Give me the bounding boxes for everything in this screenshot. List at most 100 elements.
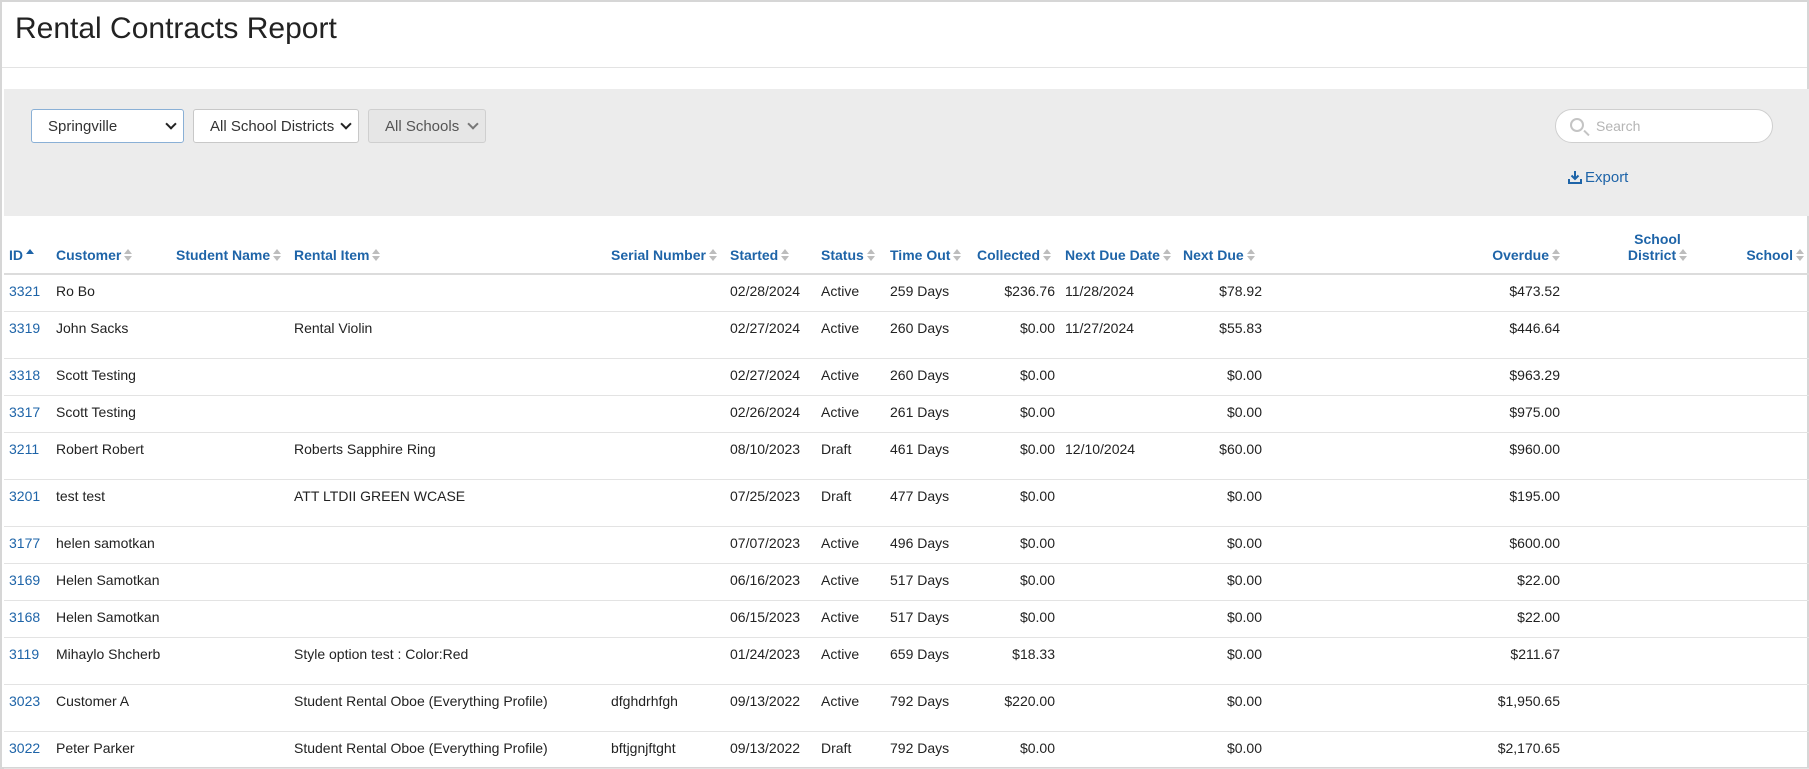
table-row[interactable]: 3168 Helen Samotkan 06/15/2023 Active 517 Da… [4, 600, 1809, 638]
sort-icon [372, 249, 381, 261]
collected-cell: $0.00 [972, 526, 1060, 564]
overdue-cell: $975.00 [1267, 395, 1565, 433]
table-row[interactable]: 3211 Robert Robert Roberts Sapphire Ring 08… [4, 432, 1809, 480]
contract-id-link[interactable]: 3321 [4, 274, 51, 312]
contract-id-link[interactable]: 3317 [9, 404, 40, 420]
rental-item-cell: Student Rental Oboe (Everything Profile) [289, 684, 606, 732]
school-district-select[interactable]: All School Districts [193, 109, 359, 143]
school-district-cell [1565, 600, 1715, 638]
contract-id-link[interactable]: 3319 [9, 320, 40, 336]
school-select[interactable]: All Schools [368, 109, 486, 143]
contract-id-link[interactable]: 3177 [4, 526, 51, 564]
table-row[interactable]: 3169 Helen Samotkan 06/16/2023 Active 517 Da… [4, 563, 1809, 601]
contract-id-link[interactable]: 3201 [4, 479, 51, 527]
column-header-student-name[interactable]: Student Name [171, 218, 289, 275]
contract-id-link[interactable]: 3169 [9, 572, 40, 588]
export-button[interactable]: Export [1568, 169, 1628, 186]
column-header-school-district[interactable]: School District [1565, 218, 1715, 275]
search-box[interactable] [1555, 109, 1773, 143]
table-row[interactable]: 3317 Scott Testing 02/26/2024 Active 261 Day… [4, 395, 1809, 433]
column-header-started[interactable]: Started [725, 218, 816, 275]
column-header-customer[interactable]: Customer [51, 218, 171, 275]
next-due-cell: $0.00 [1178, 684, 1267, 732]
overdue-cell: $211.67 [1267, 637, 1565, 685]
search-input[interactable] [1594, 116, 1764, 136]
school-cell [1715, 637, 1809, 685]
column-header-status[interactable]: Status [816, 218, 885, 275]
column-header-id[interactable]: ID [4, 218, 51, 275]
rental-item-cell [289, 563, 606, 601]
title-bar: Rental Contracts Report [2, 2, 1807, 68]
contract-id-link[interactable]: 3119 [9, 646, 39, 662]
column-header-time-out[interactable]: Time Out [885, 218, 972, 275]
contract-id-link[interactable]: 3317 [4, 395, 51, 433]
status-cell: Active [816, 274, 885, 312]
table-row[interactable]: 3177 helen samotkan 07/07/2023 Active 496 Da… [4, 526, 1809, 564]
contract-id-link[interactable]: 3022 [4, 731, 51, 769]
contract-id-link[interactable]: 3201 [9, 488, 40, 504]
status-cell: Active [816, 358, 885, 396]
column-header-school[interactable]: School [1715, 218, 1809, 275]
customer-cell: Helen Samotkan [51, 600, 171, 638]
school-cell [1715, 358, 1809, 396]
contract-id-link[interactable]: 3022 [9, 740, 40, 756]
contract-id-link[interactable]: 3119 [4, 637, 51, 685]
rental-contracts-table: ID Customer Student Name Rental Item Ser… [4, 218, 1809, 769]
table-row[interactable]: 3321 Ro Bo 02/28/2024 Active 259 Days $236.76… [4, 274, 1809, 312]
school-cell [1715, 311, 1809, 359]
column-header-next-due[interactable]: Next Due [1178, 218, 1267, 275]
school-cell [1715, 600, 1809, 638]
status-cell: Draft [816, 731, 885, 769]
rental-item-cell: Student Rental Oboe (Everything Profile) [289, 731, 606, 769]
contract-id-link[interactable]: 3318 [4, 358, 51, 396]
chevron-down-icon [340, 118, 352, 130]
table-row[interactable]: 3318 Scott Testing 02/27/2024 Active 260 Day… [4, 358, 1809, 396]
started-cell: 02/27/2024 [725, 358, 816, 396]
column-header-next-due-date[interactable]: Next Due Date [1060, 218, 1178, 275]
contract-id-link[interactable]: 3168 [9, 609, 40, 625]
contract-id-link[interactable]: 3169 [4, 563, 51, 601]
school-district-cell [1565, 526, 1715, 564]
contract-id-link[interactable]: 3318 [9, 367, 40, 383]
contract-id-link[interactable]: 3177 [9, 535, 40, 551]
time-out-cell: 461 Days [885, 432, 972, 480]
sort-icon [1246, 249, 1255, 261]
table-row[interactable]: 3201 test test ATT LTDII GREEN WCASE 07/25/… [4, 479, 1809, 527]
column-header-overdue[interactable]: Overdue [1267, 218, 1565, 275]
overdue-cell: $1,950.65 [1267, 684, 1565, 732]
student-name-cell [171, 432, 289, 480]
column-header-serial-number[interactable]: Serial Number [606, 218, 725, 275]
location-select[interactable]: Springville [31, 109, 184, 143]
sort-icon [1043, 249, 1052, 261]
student-name-cell [171, 684, 289, 732]
serial-number-cell [606, 563, 725, 601]
next-due-cell: $0.00 [1178, 600, 1267, 638]
contract-id-link[interactable]: 3321 [9, 283, 40, 299]
contract-id-link[interactable]: 3319 [4, 311, 51, 359]
table-body: 3321 Ro Bo 02/28/2024 Active 259 Days $236.76… [4, 274, 1809, 769]
contract-id-link[interactable]: 3023 [9, 693, 40, 709]
column-header-rental-item[interactable]: Rental Item [289, 218, 606, 275]
table-row[interactable]: 3319 John Sacks Rental Violin 02/27/2024 Act… [4, 311, 1809, 359]
contract-id-link[interactable]: 3211 [4, 432, 51, 480]
started-cell: 09/13/2022 [725, 684, 816, 732]
next-due-cell: $0.00 [1178, 358, 1267, 396]
column-header-collected[interactable]: Collected [972, 218, 1060, 275]
school-cell [1715, 432, 1809, 480]
student-name-cell [171, 395, 289, 433]
next-due-cell: $0.00 [1178, 526, 1267, 564]
contract-id-link[interactable]: 3168 [4, 600, 51, 638]
school-district-cell [1565, 637, 1715, 685]
school-select-value: All Schools [385, 118, 460, 135]
table-row[interactable]: 3022 Peter Parker Student Rental Oboe (Eve… [4, 731, 1809, 769]
table-row[interactable]: 3023 Customer A Student Rental Oboe (Every… [4, 684, 1809, 732]
contract-id-link[interactable]: 3023 [4, 684, 51, 732]
sort-icon [1162, 249, 1171, 261]
started-cell: 02/27/2024 [725, 311, 816, 359]
collected-cell: $220.00 [972, 684, 1060, 732]
rental-item-cell [289, 600, 606, 638]
table-row[interactable]: 3119 Mihaylo Shcherb Style option test : C… [4, 637, 1809, 685]
started-cell: 06/16/2023 [725, 563, 816, 601]
contract-id-link[interactable]: 3211 [9, 441, 39, 457]
status-cell: Active [816, 395, 885, 433]
